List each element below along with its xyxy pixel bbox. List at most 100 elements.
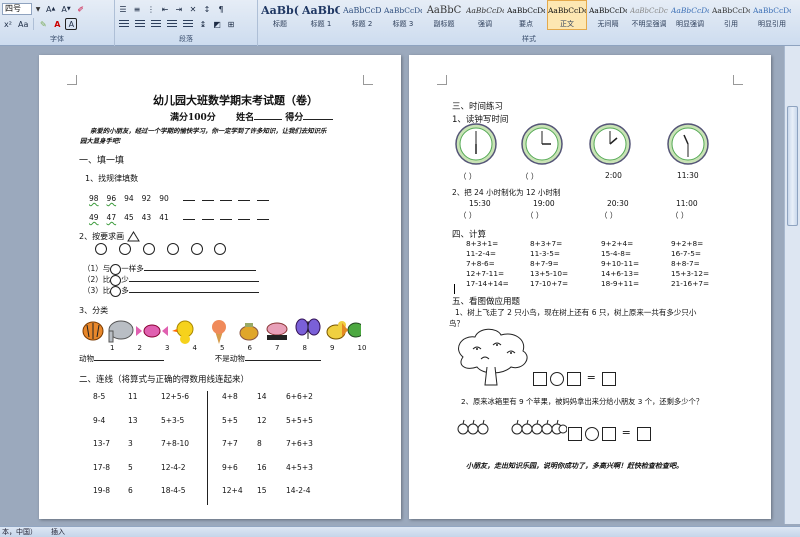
highlight-icon[interactable]: ✎ [37,18,49,30]
calc-problem[interactable]: 13+5-10= [530,269,568,278]
style-6[interactable]: AaBbCcDd 要点 [506,0,546,30]
chevron-down-icon[interactable]: ▼ [34,3,42,15]
clear-format-icon[interactable]: ✐ [75,3,87,15]
borders-icon[interactable]: ⊞ [225,18,237,30]
matching-cell[interactable]: 12+4 [222,486,243,495]
answer-blank[interactable] [128,274,259,282]
calc-problem[interactable]: 9+2+4= [601,239,633,248]
matching-cell[interactable]: 12 [257,416,267,425]
bullets-icon[interactable]: ☰ [117,3,129,15]
calc-problem[interactable]: 9+2+8= [671,239,703,248]
answer-blank[interactable] [128,285,259,293]
shrink-font-icon[interactable]: A ▼ [59,3,72,15]
matching-cell[interactable]: 11 [128,392,138,401]
change-case-icon[interactable]: Aa [16,18,30,30]
calc-problem[interactable]: 7+8-6= [466,259,495,268]
calc-problem[interactable]: 9+10-11= [601,259,639,268]
calc-problem[interactable]: 8+8-7= [671,259,700,268]
matching-cell[interactable]: 12-4-2 [161,463,186,472]
operator-circle[interactable] [549,371,564,386]
calc-problem[interactable]: 8+7-9= [530,259,559,268]
answer-box[interactable] [636,426,651,441]
matching-cell[interactable]: 7+7 [222,439,238,448]
align-center-icon[interactable] [133,18,147,30]
align-left-icon[interactable] [117,18,131,30]
matching-cell[interactable]: 3 [128,439,133,448]
style-8[interactable]: AaBbCcDc 无间隔 [588,0,628,30]
matching-cell[interactable]: 9-4 [93,416,105,425]
calc-problem[interactable]: 12+7-11= [466,269,504,278]
matching-cell[interactable]: 5+5+5 [286,416,313,425]
matching-cell[interactable]: 14-2-4 [286,486,311,495]
matching-cell[interactable]: 15 [257,486,267,495]
style-1[interactable]: AaBbC 标题 1 [301,0,341,30]
clock-answer-1[interactable]: （ ） [459,171,476,182]
line-spacing-icon[interactable]: ↨ [197,18,209,30]
matching-cell[interactable]: 17-8 [93,463,110,472]
scroll-thumb[interactable] [787,106,798,226]
matching-cell[interactable]: 7+6+3 [286,439,313,448]
style-4[interactable]: AaBbC 副标题 [424,0,464,30]
show-marks-icon[interactable]: ¶ [215,3,227,15]
animal-blank[interactable] [94,353,164,361]
answer-box[interactable] [601,371,616,386]
calc-problem[interactable]: 8+3+7= [530,239,562,248]
matching-cell[interactable]: 4+5+3 [286,463,313,472]
not-animal-blank[interactable] [244,353,321,361]
answer-blank[interactable] [143,263,256,271]
calc-problem[interactable]: 11-3-5= [530,249,560,258]
superscript-icon[interactable]: x² [2,18,14,30]
char-border-icon[interactable]: A [65,18,78,30]
align-right-icon[interactable] [149,18,163,30]
calc-problem[interactable]: 8+3+1= [466,239,498,248]
calc-problem[interactable]: 17-10+7= [530,279,568,288]
matching-cell[interactable]: 5+5 [222,416,238,425]
matching-cell[interactable]: 14 [257,392,267,401]
style-10[interactable]: AaBbCcDc 明显强调 [670,0,710,30]
style-3[interactable]: AaBbCcDd 标题 3 [383,0,423,30]
time12-answer-2[interactable]: （ ） [526,210,543,221]
decrease-indent-icon[interactable]: ⇤ [159,3,171,15]
sort-icon[interactable]: ↕ [201,3,213,15]
matching-cell[interactable]: 12+5-6 [161,392,189,401]
font-color-icon[interactable]: A [51,18,63,30]
numbering-icon[interactable]: ≡ [131,3,143,15]
style-12[interactable]: AaBbCcDc 明显引用 [752,0,792,30]
style-0[interactable]: AaBb(标题 [260,0,300,30]
matching-cell[interactable]: 5 [128,463,133,472]
calc-problem[interactable]: 17-14+14= [466,279,509,288]
matching-cell[interactable]: 9+6 [222,463,238,472]
matching-cell[interactable]: 6 [128,486,133,495]
style-11[interactable]: AaBbCcDc 引用 [711,0,751,30]
answer-box[interactable] [568,426,582,441]
font-size-box[interactable]: 四号 [2,3,32,15]
style-5[interactable]: AaBbCcDc 强调 [465,0,505,30]
language-status[interactable]: 本，中国） [2,527,37,537]
shading-icon[interactable]: ◩ [211,18,223,30]
calc-problem[interactable]: 21-16+7= [671,279,709,288]
matching-cell[interactable]: 4+8 [222,392,238,401]
calc-problem[interactable]: 16-7-5= [671,249,701,258]
time12-answer-3[interactable]: （ ） [600,210,617,221]
chinese-layout-icon[interactable]: ✕ [187,3,199,15]
calc-problem[interactable]: 11-2-4= [466,249,496,258]
style-7[interactable]: AaBbCcDc 正文 [547,0,587,30]
increase-indent-icon[interactable]: ⇥ [173,3,185,15]
calc-problem[interactable]: 14+6-13= [601,269,639,278]
grow-font-icon[interactable]: A ▲ [44,3,57,15]
matching-cell[interactable]: 8-5 [93,392,105,401]
calc-problem[interactable]: 18-9+11= [601,279,639,288]
style-2[interactable]: AaBbCcD 标题 2 [342,0,382,30]
matching-cell[interactable]: 18-4-5 [161,486,186,495]
operator-circle[interactable] [584,426,599,441]
multilevel-icon[interactable]: ⋮ [145,3,157,15]
answer-box[interactable] [566,371,581,386]
vertical-scrollbar[interactable] [784,46,800,524]
insert-mode-status[interactable]: 插入 [51,527,65,537]
matching-cell[interactable]: 8 [257,439,262,448]
matching-cell[interactable]: 6+6+2 [286,392,313,401]
matching-cell[interactable]: 5+3-5 [161,416,184,425]
answer-box[interactable] [533,371,547,386]
matching-cell[interactable]: 7+8-10 [161,439,189,448]
name-blank[interactable] [254,112,283,120]
